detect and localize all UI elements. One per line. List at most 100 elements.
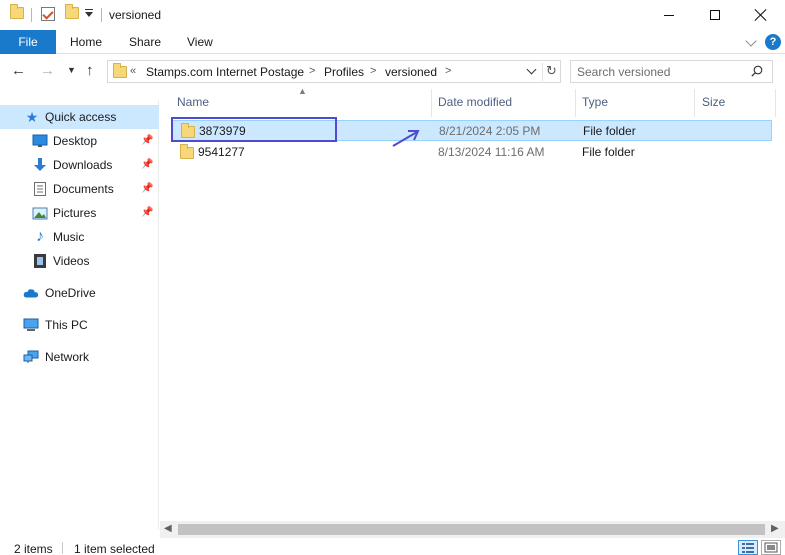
column-header-name[interactable]: Name [177, 95, 209, 109]
breadcrumb-separator[interactable]: > [370, 65, 376, 77]
sidebar-item-downloads[interactable]: Downloads 📌 [0, 153, 159, 177]
folder-icon [181, 123, 195, 138]
large-icons-view-icon [764, 542, 778, 553]
minimize-icon [664, 14, 674, 16]
documents-icon [32, 181, 48, 197]
file-type: File folder [582, 145, 635, 159]
sidebar-item-pictures[interactable]: Pictures 📌 [0, 201, 159, 225]
minimize-button[interactable] [646, 0, 692, 30]
horizontal-scrollbar[interactable]: ◀ ▶ [160, 521, 785, 538]
column-divider[interactable] [575, 89, 576, 117]
pin-icon[interactable]: 📌 [141, 183, 153, 194]
desktop-icon [32, 133, 48, 149]
folder-icon [180, 144, 194, 159]
address-bar[interactable]: « Stamps.com Internet Postage > Profiles… [107, 60, 561, 83]
help-icon[interactable]: ? [765, 34, 781, 50]
sidebar-item-label: Documents [53, 182, 114, 196]
close-button[interactable] [738, 0, 784, 30]
table-row[interactable]: 9541277 8/13/2024 11:16 AM File folder [172, 142, 772, 163]
pin-icon[interactable]: 📌 [141, 135, 153, 146]
scroll-right-icon[interactable]: ▶ [771, 523, 779, 534]
breadcrumb-separator[interactable]: > [445, 65, 451, 77]
column-divider[interactable] [431, 89, 432, 117]
properties-icon[interactable] [41, 7, 55, 21]
window-title: versioned [109, 8, 162, 22]
divider [62, 542, 63, 554]
sidebar-item-label: OneDrive [45, 286, 96, 300]
recent-locations-icon[interactable]: ▼ [67, 65, 76, 75]
file-date-modified: 8/21/2024 2:05 PM [439, 124, 541, 138]
sort-ascending-icon: ▲ [298, 86, 307, 96]
breadcrumb-stamps[interactable]: Stamps.com Internet Postage [146, 65, 304, 79]
file-list: ▲ Name Date modified Type Size 3873979 8… [160, 86, 785, 521]
search-box [570, 60, 773, 83]
sidebar-item-this-pc[interactable]: This PC [0, 313, 159, 337]
pin-icon[interactable]: 📌 [141, 207, 153, 218]
folder-icon [10, 4, 24, 19]
tab-file[interactable]: File [0, 30, 56, 54]
breadcrumb-profiles[interactable]: Profiles [324, 65, 364, 79]
sidebar-item-label: Pictures [53, 206, 97, 220]
details-view-icon [742, 543, 754, 553]
sidebar-item-videos[interactable]: Videos [0, 249, 159, 273]
pin-icon[interactable]: 📌 [141, 159, 153, 170]
file-type: File folder [583, 124, 636, 138]
search-icon[interactable] [751, 65, 763, 77]
star-icon: ★ [25, 108, 39, 125]
sidebar-item-music[interactable]: ♪ Music [0, 225, 159, 249]
sidebar-item-quick-access[interactable]: ★ Quick access [0, 105, 159, 129]
details-view-button[interactable] [738, 540, 758, 555]
sidebar-item-desktop[interactable]: Desktop 📌 [0, 129, 159, 153]
pictures-icon [32, 205, 48, 221]
folder-icon [113, 63, 127, 78]
tab-share[interactable]: Share [129, 35, 161, 49]
status-bar: 2 items 1 item selected [0, 538, 785, 555]
item-count: 2 items [14, 542, 53, 555]
column-header-date-modified[interactable]: Date modified [438, 95, 512, 109]
column-divider[interactable] [694, 89, 695, 117]
tab-home[interactable]: Home [70, 35, 102, 49]
sidebar-item-network[interactable]: Network [0, 345, 159, 369]
search-input[interactable] [577, 64, 747, 79]
sidebar-item-label: Videos [53, 254, 90, 268]
breadcrumb-versioned[interactable]: versioned [385, 65, 437, 79]
maximize-button[interactable] [692, 0, 738, 30]
scrollbar-thumb[interactable] [178, 524, 765, 535]
new-folder-icon[interactable] [65, 4, 79, 19]
forward-arrow-icon[interactable]: → [40, 62, 55, 79]
download-icon [32, 157, 48, 173]
sidebar-item-label: This PC [45, 318, 88, 332]
refresh-icon[interactable]: ↻ [542, 63, 560, 81]
expand-ribbon-icon[interactable] [745, 35, 757, 47]
file-name: 3873979 [199, 124, 246, 138]
scroll-left-icon[interactable]: ◀ [164, 523, 172, 534]
ribbon: File Home Share View ? [0, 30, 785, 54]
navigation-bar: ← → ▼ ↑ « Stamps.com Internet Postage > … [0, 55, 785, 89]
up-arrow-icon[interactable]: ↑ [86, 62, 94, 79]
computer-icon [23, 317, 39, 333]
title-bar: versioned [0, 0, 785, 30]
column-header-type[interactable]: Type [582, 95, 608, 109]
cloud-icon [23, 285, 39, 301]
column-header-size[interactable]: Size [702, 95, 725, 109]
file-name: 9541277 [198, 145, 245, 159]
large-icons-view-button[interactable] [761, 540, 781, 555]
breadcrumb-separator[interactable]: > [309, 65, 315, 77]
sidebar-item-documents[interactable]: Documents 📌 [0, 177, 159, 201]
selection-count: 1 item selected [74, 542, 155, 555]
network-icon [23, 349, 39, 365]
back-arrow-icon[interactable]: ← [11, 62, 26, 79]
sidebar-item-label: Network [45, 350, 90, 364]
music-icon: ♪ [36, 228, 44, 245]
column-divider[interactable] [775, 89, 776, 117]
file-date-modified: 8/13/2024 11:16 AM [438, 145, 545, 159]
sidebar-item-label: Music [53, 230, 85, 244]
sidebar-item-label: Quick access [45, 110, 117, 124]
table-row[interactable]: 3873979 8/21/2024 2:05 PM File folder [172, 120, 772, 141]
divider [31, 8, 32, 22]
address-dropdown-icon[interactable] [526, 64, 537, 75]
overflow-chevron[interactable]: « [130, 65, 136, 77]
sidebar-item-onedrive[interactable]: OneDrive [0, 281, 159, 305]
quick-access-toolbar-dropdown-icon[interactable] [84, 9, 94, 19]
tab-view[interactable]: View [187, 35, 213, 49]
